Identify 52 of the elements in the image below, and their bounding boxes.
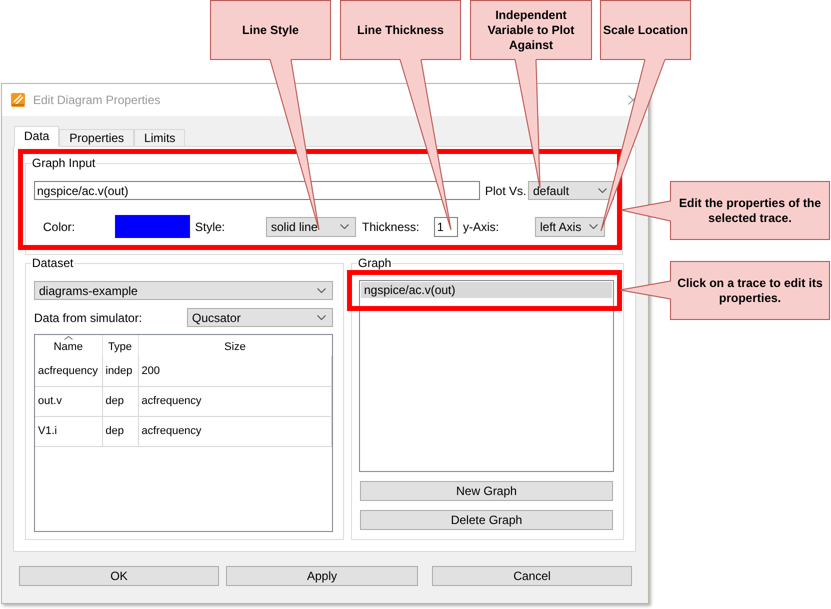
- table-cell: indep: [102, 356, 138, 386]
- new-graph-button[interactable]: New Graph: [360, 481, 613, 501]
- table-cell: acfrequency: [138, 386, 332, 416]
- column-header[interactable]: Name: [35, 335, 102, 356]
- chevron-down-icon: [340, 224, 349, 229]
- dataset-dropdown[interactable]: diagrams-example: [34, 281, 333, 300]
- table-cell: acfrequency: [138, 416, 332, 446]
- chevron-down-icon: [317, 288, 326, 293]
- callout-pointer: [620, 280, 672, 300]
- chevron-down-icon: [589, 224, 598, 229]
- callout-note: Line Thickness: [340, 0, 461, 60]
- field-label: Thickness:: [362, 220, 420, 234]
- ok-button[interactable]: OK: [19, 566, 219, 586]
- column-header[interactable]: Type: [102, 335, 138, 356]
- callout-note: Scale Location: [600, 0, 691, 60]
- y-axis-dropdown[interactable]: left Axis: [535, 216, 605, 236]
- tab[interactable]: Data: [14, 126, 60, 147]
- thickness-field[interactable]: 1: [434, 216, 458, 236]
- table-cell: V1.i: [35, 416, 102, 446]
- field-label: Color:: [43, 220, 76, 234]
- tab[interactable]: Limits: [134, 129, 186, 147]
- apply-button[interactable]: Apply: [226, 566, 418, 586]
- app-icon: [11, 93, 25, 107]
- delete-graph-button[interactable]: Delete Graph: [360, 510, 613, 530]
- column-header[interactable]: Size: [138, 335, 332, 356]
- chevron-down-icon: [598, 188, 607, 193]
- table-cell: acfrequency: [35, 356, 102, 386]
- expression-field[interactable]: ngspice/ac.v(out): [34, 181, 480, 200]
- callout-note: Click on a trace to edit its properties.: [670, 261, 830, 320]
- group-title: Graph: [357, 256, 392, 270]
- chevron-down-icon: [317, 315, 326, 320]
- cancel-button[interactable]: Cancel: [432, 566, 632, 586]
- plot-vs-dropdown[interactable]: default: [528, 181, 614, 200]
- field-label: Style:: [195, 220, 226, 234]
- color-swatch[interactable]: [115, 215, 190, 238]
- tab[interactable]: Properties: [59, 129, 134, 147]
- table-cell: dep: [102, 386, 138, 416]
- style-dropdown[interactable]: solid line: [266, 216, 356, 236]
- field-label: Plot Vs.: [485, 184, 526, 198]
- window-title: Edit Diagram Properties: [33, 93, 160, 107]
- table-cell: dep: [102, 416, 138, 446]
- callout-note: Line Style: [210, 0, 331, 60]
- group-title: Dataset: [31, 256, 74, 270]
- table-cell: 200: [138, 356, 332, 386]
- callout-note: Independent Variable to Plot Against: [470, 0, 592, 60]
- table-cell: out.v: [35, 386, 102, 416]
- field-label: y-Axis:: [463, 220, 499, 234]
- callout-note: Edit the properties of the selected trace.: [670, 181, 830, 240]
- field-label: Data from simulator:: [34, 310, 142, 324]
- trace-item[interactable]: ngspice/ac.v(out): [361, 282, 612, 298]
- group-title: Graph Input: [31, 156, 96, 170]
- simulator-dropdown[interactable]: Qucsator: [187, 308, 333, 327]
